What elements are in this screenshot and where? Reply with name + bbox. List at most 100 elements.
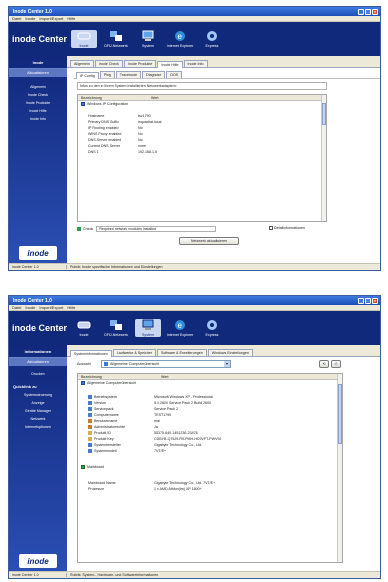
quicklink-netzwerk[interactable]: Netzwerk [9,415,67,423]
toolbar-dfu-button[interactable]: DFÜ-Netzwerk [103,30,129,48]
main-content: Systeminformationen Laufwerke & Speicher… [67,345,380,572]
computer-icon [142,30,154,41]
os-icon [88,395,92,400]
toolbar-inode-button[interactable]: Inode [71,319,97,337]
row-key: Mainboard Name [88,481,116,485]
maximize-button[interactable]: □ [365,8,371,15]
quicklink-heading: Quicklink zu [13,384,37,389]
toolbar-inode-button[interactable]: Inode [71,30,97,48]
row-key: Version [94,400,106,405]
subtab-ping[interactable]: Ping [99,71,115,78]
row-value: tsv1790 [138,114,151,118]
subtab-dos[interactable]: DOS [166,71,183,78]
subtab-traceroute[interactable]: Traceroute [115,71,142,78]
close-button[interactable]: × [372,8,378,15]
sidebar-item-aktualisieren[interactable]: Aktualisieren [9,69,67,77]
express-icon [207,320,217,330]
toolbar-express-button[interactable]: Express [199,319,225,337]
row-key: Servicepack [94,406,114,411]
row-key: Administratorrechte [94,424,126,429]
subtab-diagnose[interactable]: Diagnose [142,71,166,78]
list-item[interactable]: Prozessor 1 x AMD Athlon(tm) XP 1800+ [78,486,342,492]
tab-windows-einstellungen[interactable]: Windows Einstellungen [207,349,253,356]
tab-inode-info[interactable]: Inode Info [183,60,208,67]
sidebar-item-inode-hilfe[interactable]: Inode Hilfe [9,107,67,115]
network-refresh-button[interactable]: Netzwerk aktualisieren [179,237,239,245]
row-value: No [138,132,143,136]
row-value: 192.168.1.5 [138,150,157,154]
quicklink-anzeige[interactable]: Anzeige [9,399,67,407]
column-wert[interactable]: Wert [158,375,169,379]
menu-hilfe[interactable]: Hilfe [67,305,75,310]
sidebar-item-inode-info[interactable]: Inode Info [9,115,67,123]
sidebar-heading: Informationen [9,345,67,358]
menu-import-export[interactable]: Import/Export [39,305,63,310]
close-button[interactable]: × [372,297,378,304]
column-wert[interactable]: Wert [148,96,159,100]
sidebar-item-inode-produkte[interactable]: Inode Produkte [9,99,67,107]
scrollbar-thumb[interactable] [338,384,342,444]
toolbar-ie-button[interactable]: e Internet Explorer [167,319,193,337]
row-key: Betriebsystem [94,394,117,399]
toolbar-express-button[interactable]: Express [199,30,225,48]
quicklink-geraete-manager[interactable]: Geräte Manager [9,407,67,415]
refresh-button[interactable]: ⟲ [319,360,329,368]
print-button[interactable]: ⎙ [331,360,341,368]
toolbar-label: DFÜ-Netzwerk [104,44,128,48]
list-item[interactable]: DNS 1 192.168.1.5 [78,149,326,155]
user-icon [88,419,92,424]
manufacturer-icon [88,443,92,448]
tab-systeminformationen[interactable]: Systeminformationen [70,350,112,357]
toolbar-label: Inode [79,44,89,48]
quicklink-systemsteuerung[interactable]: Systemsteuerung [9,391,67,399]
toolbar-system-button[interactable]: System [135,319,161,337]
system-info-list[interactable]: Bezeichnung Wert Allgemeine Computerüber… [77,373,343,563]
tab-allgemein[interactable]: Allgemein [70,60,94,67]
sidebar-item-inode-check[interactable]: Inode Check [9,91,67,99]
computer-icon [88,413,92,418]
overview-select[interactable]: Allgemeine Computerübersicht ▼ [101,360,231,368]
sidebar: Inode Aktualisieren Allgemein Inode Chec… [9,56,67,264]
tab-inode-hilfe[interactable]: Inode Hilfe [157,61,183,68]
row-key: Prozessor [88,487,105,491]
sidebar: Informationen Aktualisieren Drucken Quic… [9,345,67,572]
menu-import-export[interactable]: Import/Export [39,16,63,21]
scrollbar[interactable] [321,95,326,221]
toolbar-label: System [142,333,154,337]
row-key: DNS 1 [88,150,99,154]
subtab-ip-config[interactable]: IP Config [76,72,99,79]
toolbar-system-button[interactable]: System [135,30,161,48]
toolbar-dfu-button[interactable]: DFÜ-Netzwerk [103,319,129,337]
menu-inode[interactable]: Inode [25,305,35,310]
menu-inode[interactable]: Inode [25,16,35,21]
ip-config-list[interactable]: Bezeichnung Wert Windows IP Configuratio… [77,94,327,222]
inode-logo: inode [19,554,57,568]
row-value: 55375-640-1451236-23476 [154,431,198,435]
chevron-down-icon[interactable]: ▼ [224,361,230,367]
sidebar-item-aktualisieren[interactable]: Aktualisieren [9,358,67,366]
status-left: inode Center 1.0 [9,265,67,269]
minimize-button[interactable]: _ [358,297,364,304]
row-value: Microsoft Windows XP - Professional [154,395,213,399]
menu-datei[interactable]: Datei [12,16,21,21]
minimize-button[interactable]: _ [358,8,364,15]
column-bezeichnung[interactable]: Bezeichnung [78,375,158,379]
row-key: Systemhersteller [94,442,121,447]
sidebar-item-allgemein[interactable]: Allgemein [9,83,67,91]
checkbox-box[interactable] [269,226,273,230]
tab-laufwerke[interactable]: Laufwerke & Speicher [112,349,156,356]
column-bezeichnung[interactable]: Bezeichnung [78,96,148,100]
toolbar-label: System [142,44,154,48]
scrollbar-thumb[interactable] [322,103,326,125]
toolbar-ie-button[interactable]: e Internet Explorer [167,30,193,48]
tab-inode-check[interactable]: Inode Check [94,60,123,67]
maximize-button[interactable]: □ [365,297,371,304]
quicklink-internetoptionen[interactable]: Internetoptionen [9,423,67,431]
tab-software[interactable]: Software & Erweiterungen [156,349,207,356]
menu-datei[interactable]: Datei [12,305,21,310]
scrollbar[interactable] [337,374,342,562]
sidebar-item-drucken[interactable]: Drucken [9,370,67,378]
menu-hilfe[interactable]: Hilfe [67,16,75,21]
tab-inode-produkte[interactable]: Inode Produkte [123,60,157,67]
detail-checkbox[interactable]: Detailinformationen [269,226,305,230]
